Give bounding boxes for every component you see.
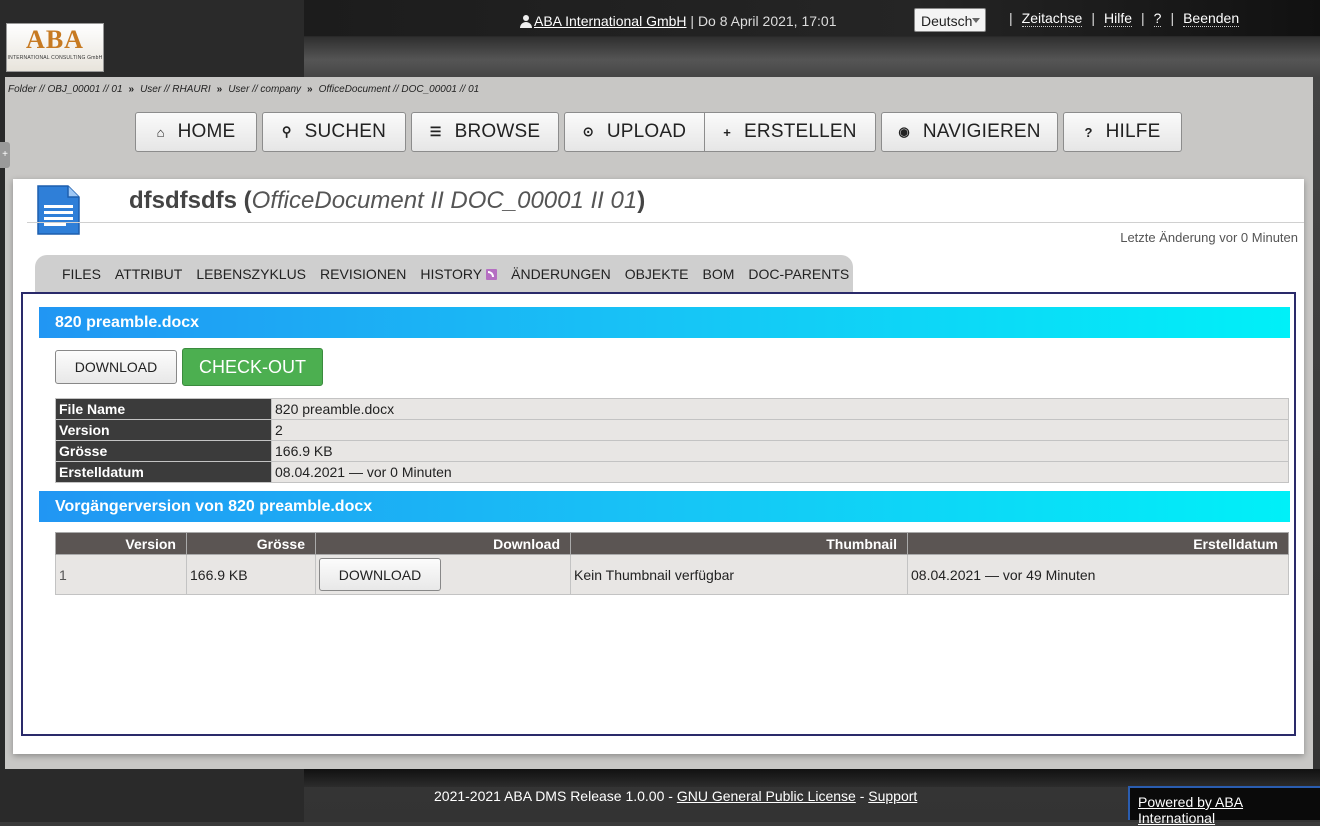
table-row: Version 2 <box>55 419 1289 441</box>
logout-link[interactable]: Beenden <box>1183 10 1240 27</box>
nav-home-button[interactable]: ⌂ HOME <box>135 112 257 152</box>
tab-files[interactable]: FILES <box>62 266 101 282</box>
divider <box>27 222 1304 223</box>
nav-upload-button[interactable]: ⊙ UPLOAD <box>564 112 705 152</box>
footer-background <box>304 769 1320 787</box>
breadcrumb: Folder // OBJ_00001 // 01 » User // RHAU… <box>8 84 480 95</box>
tab-revisionen[interactable]: REVISIONEN <box>320 266 406 282</box>
plus-icon: + <box>723 124 732 140</box>
checkout-button[interactable]: CHECK-OUT <box>182 348 323 386</box>
chevron-down-icon <box>972 18 980 23</box>
support-link[interactable]: Support <box>868 788 917 804</box>
nav-browse-button[interactable]: ☰ BROWSE <box>411 112 559 152</box>
timeline-link[interactable]: Zeitachse <box>1021 10 1083 27</box>
breadcrumb-item-document[interactable]: OfficeDocument // DOC_00001 // 01 <box>319 84 480 95</box>
document-card: dfsdfsdfs (OfficeDocument II DOC_00001 I… <box>13 179 1304 754</box>
logo-subtitle: INTERNATIONAL CONSULTING GmbH <box>7 55 103 61</box>
help-icon: ? <box>1084 124 1093 140</box>
nav-help-button[interactable]: ? HILFE <box>1063 112 1182 152</box>
eye-icon: ◉ <box>898 124 910 139</box>
datetime: | Do 8 April 2021, 17:01 <box>690 13 837 29</box>
top-links: | Zeitachse | Hilfe | ? | Beenden <box>1009 10 1240 27</box>
search-icon: ⚲ <box>281 124 292 139</box>
breadcrumb-item-user[interactable]: User // RHAURI <box>140 84 211 95</box>
rss-icon <box>486 268 498 280</box>
user-info: ABA International GmbH | Do 8 April 2021… <box>520 10 837 32</box>
last-change-info: Letzte Änderung vor 0 Minuten <box>1120 230 1298 245</box>
question-link[interactable]: ? <box>1153 10 1162 27</box>
files-panel: 820 preamble.docx DOWNLOAD CHECK-OUT Fil… <box>21 292 1296 736</box>
upload-icon: ⊙ <box>582 124 594 139</box>
tab-objekte[interactable]: OBJEKTE <box>625 266 689 282</box>
file-header: 820 preamble.docx <box>39 307 1290 338</box>
document-tabs: FILES ATTRIBUT LEBENSZYKLUS REVISIONEN H… <box>35 255 853 293</box>
document-icon <box>37 185 80 235</box>
previous-versions-table: Version Grösse Download Thumbnail Erstel… <box>55 532 1289 595</box>
document-subtitle: OfficeDocument II DOC_00001 II 01 <box>251 187 638 214</box>
table-header-row: Version Grösse Download Thumbnail Erstel… <box>55 532 1289 555</box>
language-value: Deutsch <box>921 13 973 29</box>
license-link[interactable]: GNU General Public License <box>677 788 856 804</box>
tab-doc-parents[interactable]: DOC-PARENTS <box>748 266 849 282</box>
user-icon <box>520 14 532 28</box>
help-link[interactable]: Hilfe <box>1103 10 1132 27</box>
language-select[interactable]: Deutsch <box>914 8 986 32</box>
file-properties-table: File Name 820 preamble.docx Version 2 Gr… <box>55 398 1289 483</box>
side-expand-handle[interactable]: + <box>0 142 10 168</box>
breadcrumb-item-company[interactable]: User // company <box>228 84 301 95</box>
previous-version-header: Vorgängerversion von 820 preamble.docx <box>39 491 1290 522</box>
logo-text: ABA <box>26 25 84 54</box>
download-previous-button[interactable]: DOWNLOAD <box>319 558 441 591</box>
page-title: dfsdfsdfs (OfficeDocument II DOC_00001 I… <box>129 187 646 214</box>
nav-search-button[interactable]: ⚲ SUCHEN <box>262 112 406 152</box>
table-row: 1 166.9 KB DOWNLOAD Kein Thumbnail verfü… <box>55 554 1289 595</box>
tab-attribut[interactable]: ATTRIBUT <box>115 266 182 282</box>
nav-create-button[interactable]: + ERSTELLEN <box>704 112 876 152</box>
tab-aenderungen[interactable]: ÄNDERUNGEN <box>511 266 611 282</box>
breadcrumb-item-folder[interactable]: Folder // OBJ_00001 // 01 <box>8 84 123 95</box>
table-row: File Name 820 preamble.docx <box>55 398 1289 420</box>
table-row: Erstelldatum 08.04.2021 — vor 0 Minuten <box>55 461 1289 483</box>
aba-logo[interactable]: ABA INTERNATIONAL CONSULTING GmbH <box>6 23 104 72</box>
nav-navigate-button[interactable]: ◉ NAVIGIEREN <box>881 112 1058 152</box>
powered-by: Powered by ABA International <box>1128 786 1320 826</box>
tab-history[interactable]: HISTORY <box>420 266 498 282</box>
home-icon: ⌂ <box>156 124 165 140</box>
document-name: dfsdfsdfs <box>129 187 237 214</box>
footer: 2021-2021 ABA DMS Release 1.0.00 - GNU G… <box>434 788 918 804</box>
tab-bom[interactable]: BOM <box>703 266 735 282</box>
table-row: Grösse 166.9 KB <box>55 440 1289 462</box>
tab-lebenszyklus[interactable]: LEBENSZYKLUS <box>196 266 306 282</box>
list-icon: ☰ <box>429 124 442 139</box>
download-button[interactable]: DOWNLOAD <box>55 350 177 384</box>
company-link[interactable]: ABA International GmbH <box>534 13 687 29</box>
